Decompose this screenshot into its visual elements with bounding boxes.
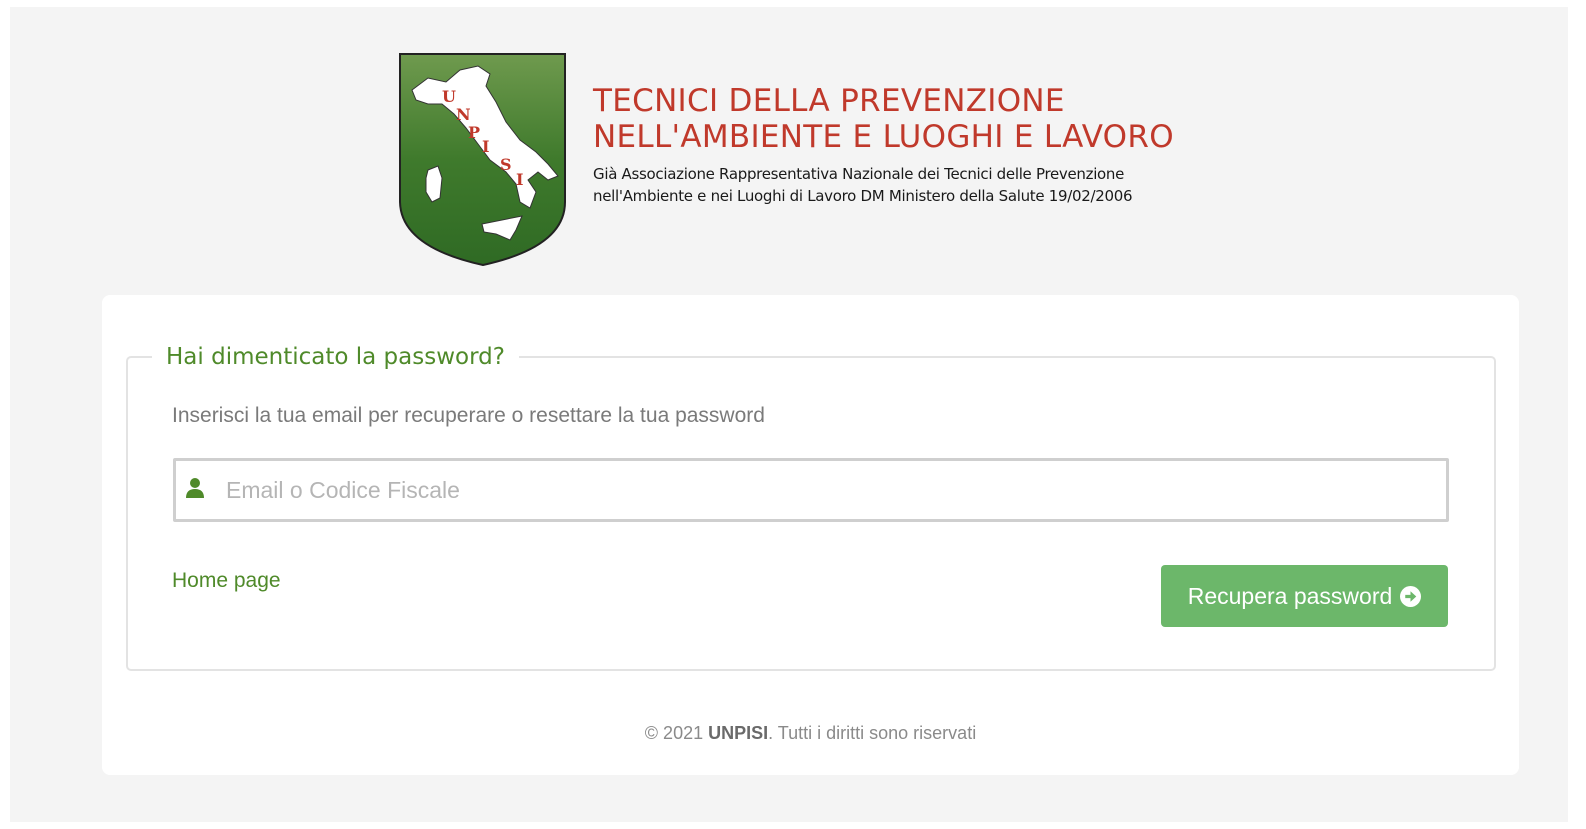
recovery-fieldset: Hai dimenticato la password? Inserisci l…	[126, 341, 1496, 671]
org-title-line-2: NELL'AMBIENTE E LUOGHI E LAVORO	[593, 119, 1174, 155]
recover-password-button[interactable]: Recupera password	[1161, 565, 1448, 627]
help-text: Inserisci la tua email per recuperare o …	[172, 404, 765, 427]
home-page-link[interactable]: Home page	[172, 569, 281, 593]
page-background: U N P I S I TECNICI DELLA PREVENZIONE NE…	[10, 7, 1568, 822]
italy-map-shield-icon: U N P I S I	[399, 53, 566, 267]
logo-letter: I	[482, 137, 489, 156]
logo-letter: U	[442, 87, 456, 106]
logo-letter: I	[516, 170, 523, 189]
org-subtitle-line-1: Già Associazione Rappresentativa Naziona…	[593, 165, 1125, 183]
arrow-circle-right-icon	[1400, 585, 1422, 607]
password-recovery-card: Hai dimenticato la password? Inserisci l…	[102, 295, 1519, 775]
logo-letter: N	[456, 105, 471, 124]
email-field[interactable]	[226, 461, 1426, 519]
logo-letter: P	[468, 123, 480, 142]
email-input-group	[173, 458, 1449, 522]
org-subtitle-line-2: nell'Ambiente e nei Luoghi di Lavoro DM …	[593, 187, 1133, 205]
user-icon	[186, 478, 204, 498]
header-text: TECNICI DELLA PREVENZIONE NELL'AMBIENTE …	[593, 83, 1293, 207]
footer-brand: UNPISI	[708, 723, 769, 743]
form-legend: Hai dimenticato la password?	[152, 341, 519, 373]
logo-letter: S	[500, 155, 512, 174]
recover-password-label: Recupera password	[1187, 582, 1393, 609]
footer-suffix: . Tutti i diritti sono riservati	[768, 723, 977, 743]
footer: © 2021 UNPISI. Tutti i diritti sono rise…	[102, 723, 1519, 744]
org-title-line-1: TECNICI DELLA PREVENZIONE	[593, 83, 1065, 119]
org-subtitle: Già Associazione Rappresentativa Naziona…	[593, 163, 1293, 207]
footer-prefix: © 2021	[644, 723, 709, 743]
